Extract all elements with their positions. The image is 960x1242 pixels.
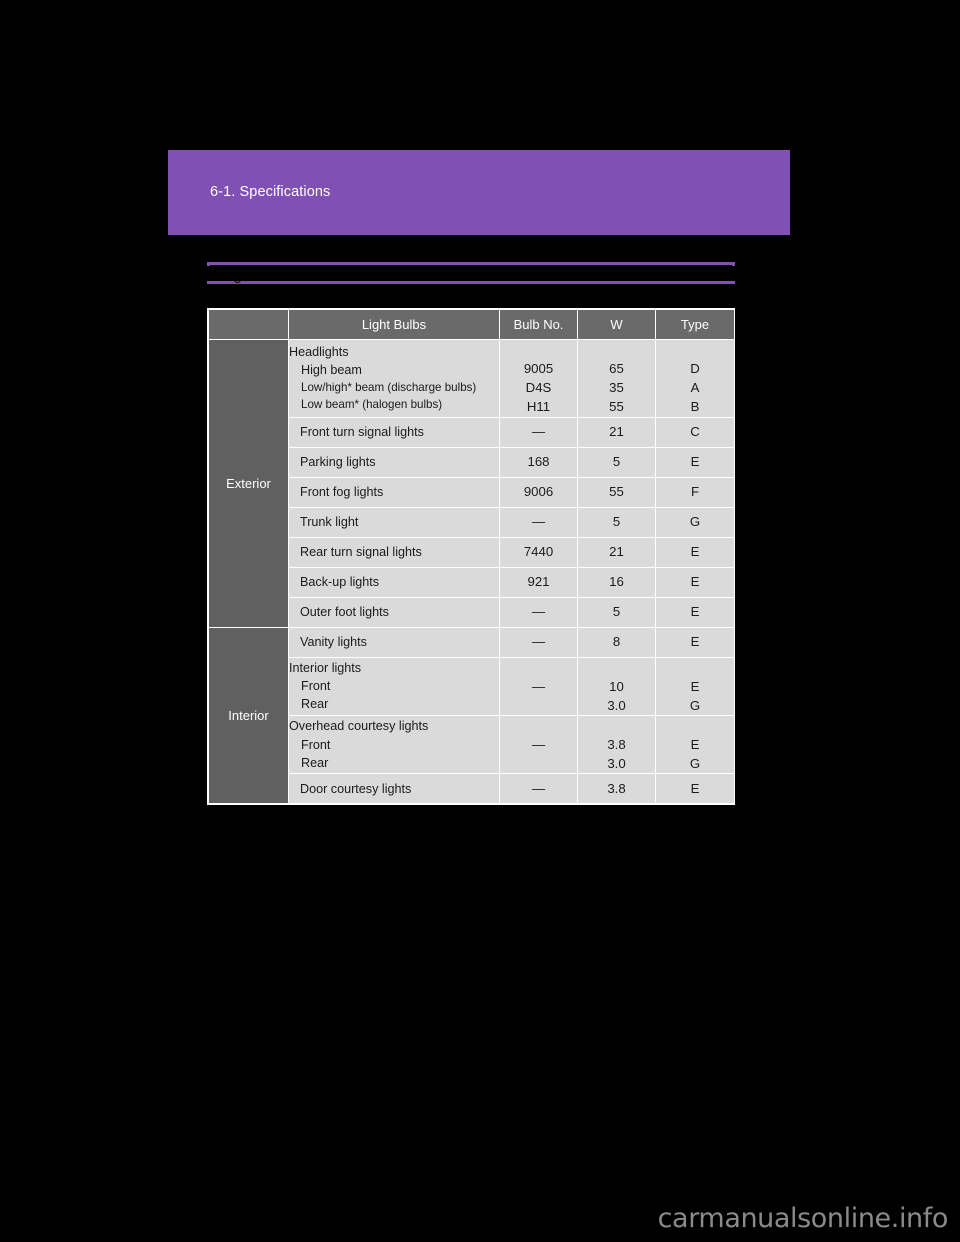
- watts-value: 21: [577, 416, 656, 448]
- row-label: Trunk light: [288, 506, 500, 538]
- watts-value: 8: [577, 626, 656, 658]
- watts-line: 65: [609, 361, 624, 377]
- row-label-main: Overhead courtesy lights: [289, 719, 429, 734]
- watts-line: 10: [609, 678, 624, 694]
- row-label: Front fog lights: [288, 476, 500, 508]
- type-line: A: [690, 380, 700, 396]
- table-row: Exterior Headlights High beam Low/high* …: [208, 339, 735, 628]
- bulb-no-line: H11: [526, 399, 551, 415]
- type-line: E: [690, 678, 700, 694]
- column-header-category: [208, 309, 289, 340]
- chapter-banner: 6-1. Specifications: [168, 150, 790, 235]
- type-line: E: [690, 737, 700, 753]
- watts-line: 3.0: [607, 756, 626, 772]
- type-value: E: [655, 446, 735, 478]
- column-header-light-bulbs: Light Bulbs: [288, 309, 500, 340]
- row-label-main: Interior lights: [289, 660, 362, 675]
- bulb-table-container: Light Bulbs Bulb No. W Type Exterior Hea…: [207, 308, 735, 806]
- watts-value: 21: [577, 536, 656, 568]
- column-header-watts: W: [577, 309, 656, 340]
- type-value: C: [655, 416, 735, 448]
- watts-line: 35: [609, 380, 624, 396]
- type-value: E: [655, 596, 735, 628]
- bulb-no-value: —: [499, 626, 578, 658]
- watts-value: 3.8: [577, 773, 656, 805]
- type-value: E G: [655, 656, 735, 716]
- row-label-sub: Low/high* beam (discharge bulbs): [301, 380, 477, 394]
- watts-line: 3.8: [607, 737, 626, 753]
- watts-line: 55: [609, 399, 624, 415]
- bulb-no-value: —: [499, 506, 578, 538]
- row-label: Front turn signal lights: [288, 416, 500, 448]
- row-label: Outer foot lights: [288, 596, 500, 628]
- table-header-row: Light Bulbs Bulb No. W Type: [208, 309, 735, 340]
- bulb-no-value: 9006: [499, 476, 578, 508]
- type-line: D: [690, 361, 700, 377]
- category-cell-exterior: Exterior: [208, 339, 289, 628]
- column-header-type: Type: [655, 309, 735, 340]
- row-label: Parking lights: [288, 446, 500, 478]
- row-label-sub: Rear: [301, 755, 329, 770]
- watts-line: 3.0: [607, 697, 626, 713]
- type-value: E: [655, 773, 735, 805]
- watts-value: 3.8 3.0: [577, 714, 656, 775]
- section-heading-occluder: [207, 266, 735, 281]
- row-label-main: Headlights: [289, 345, 349, 360]
- bulb-no-value: —: [499, 596, 578, 628]
- row-label-sub: Rear: [301, 697, 329, 712]
- table-body: Exterior Headlights High beam Low/high* …: [208, 339, 735, 805]
- bulb-no-value: —: [499, 714, 578, 775]
- type-value: F: [655, 476, 735, 508]
- watts-value: 10 3.0: [577, 656, 656, 716]
- bulb-no-value: 168: [499, 446, 578, 478]
- row-label-sub: High beam: [301, 363, 362, 378]
- watts-value: 5: [577, 446, 656, 478]
- type-value: G: [655, 506, 735, 538]
- row-label-sub: Low beam* (halogen bulbs): [301, 397, 443, 411]
- type-value: D A B: [655, 339, 735, 418]
- table-row: Interior Vanity lights — 8 E: [208, 626, 735, 805]
- column-header-bulb-no: Bulb No.: [499, 309, 578, 340]
- watts-value: 5: [577, 506, 656, 538]
- table-header: Light Bulbs Bulb No. W Type: [208, 309, 735, 340]
- watts-value: 5: [577, 596, 656, 628]
- chapter-title: 6-1. Specifications: [210, 184, 331, 200]
- light-bulbs-table: Light Bulbs Bulb No. W Type Exterior Hea…: [208, 309, 735, 805]
- watts-value: 55: [577, 476, 656, 508]
- bulb-no-value: —: [499, 773, 578, 805]
- row-label-sub: Front: [301, 737, 331, 752]
- category-cell-interior: Interior: [208, 626, 289, 805]
- bulb-no-line: D4S: [525, 380, 552, 396]
- row-label: Headlights High beam Low/high* beam (dis…: [288, 339, 500, 418]
- bulb-no-value: 7440: [499, 536, 578, 568]
- bulb-no-value: 921: [499, 566, 578, 598]
- bulb-no-value: 9005 D4S H11: [499, 339, 578, 418]
- type-value: E: [655, 566, 735, 598]
- type-value: E: [655, 536, 735, 568]
- type-value: E: [655, 626, 735, 658]
- type-line: G: [689, 697, 701, 713]
- bulb-no-value: —: [499, 656, 578, 716]
- site-watermark: carmanualsonline.info: [657, 1203, 949, 1234]
- row-label: Vanity lights: [288, 626, 500, 658]
- row-label-sub: Front: [301, 679, 331, 694]
- watts-value: 16: [577, 566, 656, 598]
- row-label: Interior lights Front Rear: [288, 656, 500, 716]
- watts-value: 65 35 55: [577, 339, 656, 418]
- type-line: B: [690, 399, 700, 415]
- bulb-no-value: —: [499, 416, 578, 448]
- row-label: Rear turn signal lights: [288, 536, 500, 568]
- type-line: G: [689, 756, 701, 772]
- row-label: Back-up lights: [288, 566, 500, 598]
- row-label: Door courtesy lights: [288, 773, 500, 805]
- row-label: Overhead courtesy lights Front Rear: [288, 714, 500, 775]
- bulb-no-line: 9005: [523, 361, 554, 377]
- type-value: E G: [655, 714, 735, 775]
